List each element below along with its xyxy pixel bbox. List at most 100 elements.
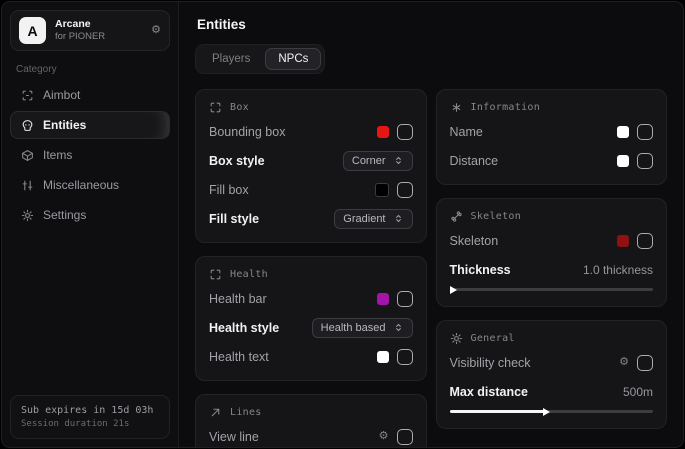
checkbox-health-text[interactable] [397, 349, 413, 365]
row-thickness: Thickness1.0 thickness [450, 258, 654, 281]
gear-icon [21, 209, 34, 222]
color-swatch[interactable] [377, 293, 389, 305]
row-controls [617, 153, 653, 169]
checkbox-name[interactable] [637, 124, 653, 140]
dropdown-value: Corner [352, 155, 386, 167]
sidebar-item-miscellaneous[interactable]: Miscellaneous [10, 171, 170, 199]
card-title: General [471, 333, 515, 344]
slider-max-distance[interactable] [450, 407, 654, 416]
row-label: Bounding box [209, 125, 285, 139]
row-controls [375, 182, 413, 198]
row-settings-gear-icon[interactable]: ⚙ [379, 431, 389, 442]
card-title: Skeleton [471, 211, 522, 222]
color-swatch[interactable] [377, 351, 389, 363]
session-duration-text: Session duration 21s [21, 418, 159, 432]
row-controls [377, 124, 413, 140]
card-header: Health [209, 268, 413, 281]
row-controls [377, 349, 413, 365]
card-lines: LinesView line⚙Line to enemy⚙ [195, 394, 427, 447]
row-controls [377, 291, 413, 307]
slider-value: 500m [623, 385, 653, 399]
slider-fill [450, 410, 546, 413]
brand-header: A Arcane for PIONER ⚙ [10, 10, 170, 51]
row-controls: Corner [343, 151, 413, 171]
tab-players[interactable]: Players [199, 48, 263, 70]
row-label: Max distance [450, 385, 529, 399]
sidebar-item-settings[interactable]: Settings [10, 201, 170, 229]
dropdown-value: Gradient [343, 213, 385, 225]
bone-icon [450, 210, 463, 223]
sidebar-item-aimbot[interactable]: Aimbot [10, 81, 170, 109]
row-controls [617, 233, 653, 249]
chevrons-up-down-icon [393, 155, 404, 166]
row-health-style: Health styleHealth based [209, 316, 413, 339]
main-panel: Entities PlayersNPCs BoxBounding boxBox … [179, 2, 683, 447]
entities-skull-icon [21, 119, 34, 132]
row-controls [617, 124, 653, 140]
row-label: Skeleton [450, 234, 499, 248]
row-box-style: Box style Corner [209, 149, 413, 172]
checkbox-visibility-check[interactable] [637, 355, 653, 371]
color-swatch[interactable] [617, 126, 629, 138]
row-max-distance: Max distance 500m [450, 380, 654, 403]
card-health: Health Health bar Health styleHealth based… [195, 256, 427, 381]
slider-handle[interactable] [543, 408, 550, 416]
row-distance: Distance [450, 149, 654, 172]
color-swatch[interactable] [377, 126, 389, 138]
right-column: InformationNameDistanceSkeletonSkeletonT… [436, 89, 668, 429]
row-health-text: Health text [209, 345, 413, 368]
row-label: Visibility check [450, 356, 531, 370]
checkbox-distance[interactable] [637, 153, 653, 169]
corners-icon [209, 101, 222, 114]
gear-icon [450, 332, 463, 345]
slider-handle[interactable] [450, 286, 457, 294]
row-label: Box style [209, 154, 265, 168]
misc-sliders-icon [21, 179, 34, 192]
row-label: Distance [450, 154, 499, 168]
asterisk-icon [450, 101, 463, 114]
slider-thickness[interactable] [450, 285, 654, 294]
row-label: Fill style [209, 212, 259, 226]
sub-expiry-text: Sub expires in 15d 03h [21, 403, 159, 418]
dropdown-box-style[interactable]: Corner [343, 151, 413, 171]
color-swatch[interactable] [617, 235, 629, 247]
row-name: Name [450, 120, 654, 143]
card-title: Lines [230, 407, 262, 418]
row-fill-style: Fill style Gradient [209, 207, 413, 230]
sidebar-item-entities[interactable]: Entities [10, 111, 170, 139]
row-bounding-box: Bounding box [209, 120, 413, 143]
row-controls: Gradient [334, 209, 412, 229]
row-label: Thickness [450, 263, 511, 277]
checkbox-view-line[interactable] [397, 429, 413, 445]
diagonal-line-icon [209, 406, 222, 419]
checkbox-fill-box[interactable] [397, 182, 413, 198]
row-view-line: View line⚙ [209, 425, 413, 447]
chevrons-up-down-icon [393, 213, 404, 224]
tab-npcs[interactable]: NPCs [265, 48, 321, 70]
subscription-info-box: Sub expires in 15d 03h Session duration … [10, 395, 170, 440]
sidebar-item-label: Miscellaneous [43, 178, 119, 192]
sidebar-item-label: Settings [43, 208, 86, 222]
row-label: Health bar [209, 292, 267, 306]
sidebar-item-items[interactable]: Items [10, 141, 170, 169]
checkbox-health-bar[interactable] [397, 291, 413, 307]
brand-logo: A [19, 17, 46, 44]
slider-track[interactable] [450, 288, 654, 291]
brand-title: Arcane [55, 18, 142, 31]
sidebar-item-label: Items [43, 148, 72, 162]
gear-icon[interactable]: ⚙ [151, 25, 161, 36]
card-title: Health [230, 269, 268, 280]
row-controls: ⚙ [379, 429, 413, 445]
card-header: Box [209, 101, 413, 114]
row-settings-gear-icon[interactable]: ⚙ [619, 357, 629, 368]
color-swatch[interactable] [375, 183, 389, 197]
card-header: General [450, 332, 654, 345]
checkbox-skeleton[interactable] [637, 233, 653, 249]
checkbox-bounding-box[interactable] [397, 124, 413, 140]
dropdown-health-style[interactable]: Health based [312, 318, 413, 338]
dropdown-fill-style[interactable]: Gradient [334, 209, 412, 229]
color-swatch[interactable] [617, 155, 629, 167]
card-columns: BoxBounding boxBox styleCornerFill boxFi… [195, 89, 667, 447]
sidebar-item-label: Aimbot [43, 88, 80, 102]
row-label: Name [450, 125, 483, 139]
